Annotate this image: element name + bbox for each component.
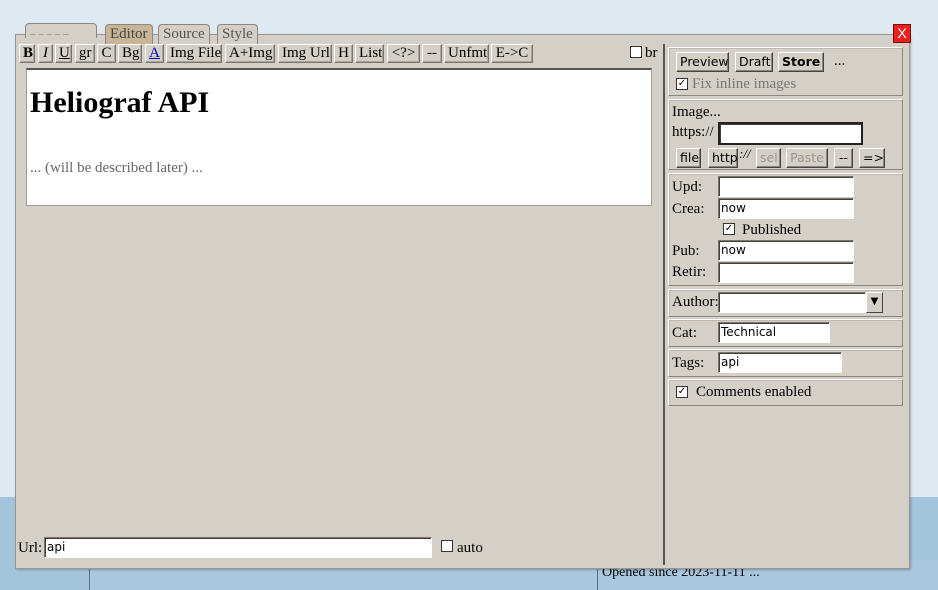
comments-checkbox[interactable]: ✓ [676,386,688,398]
author-label: Author: [672,294,719,310]
more-label: ... [834,53,846,69]
code-button[interactable]: <?> [387,44,420,63]
link-button[interactable]: A [145,44,164,63]
fix-inline-checkbox[interactable]: ✓ [676,78,688,90]
image-url-input[interactable] [718,122,863,145]
tags-label: Tags: [672,355,705,371]
retir-label: Retir: [672,264,707,280]
published-label: Published [742,222,802,238]
sel-button[interactable]: sel [756,148,781,168]
crea-label: Crea: [672,201,705,217]
image-label: Image... [672,104,721,120]
br-label: br [645,45,658,61]
cat-label: Cat: [672,325,697,341]
author-select[interactable] [718,292,866,313]
tab-source[interactable]: Source [158,24,210,44]
tab-style[interactable]: Style [217,24,258,44]
italic-button[interactable]: I [38,44,53,63]
comments-label: Comments enabled [696,384,812,400]
clear-image-button[interactable]: -- [834,148,853,168]
pub-label: Pub: [672,243,700,259]
bold-button[interactable]: B [19,44,35,63]
list-button[interactable]: List [355,44,384,63]
url-label: Url: [18,540,43,556]
c-button[interactable]: C [97,44,116,63]
br-checkbox[interactable] [630,46,642,58]
editor-title: Heliograf API [30,86,210,119]
file-button[interactable]: file [676,148,701,168]
img-url-button[interactable]: Img Url [278,44,332,63]
e-to-c-button[interactable]: E->C [491,44,533,63]
scheme-separator: :// [739,146,751,161]
preview-button[interactable]: Preview [676,52,729,72]
dash-button[interactable]: -- [422,44,442,63]
http-button[interactable]: http [708,148,738,168]
bg-button[interactable]: Bg [118,44,142,63]
a-img-button[interactable]: A+Img [225,44,275,63]
url-input[interactable]: api [44,537,432,558]
editor-content-area[interactable]: Heliograf API ... (will be described lat… [26,68,652,206]
auto-label: auto [457,540,483,556]
insert-image-button[interactable]: => [859,148,885,168]
published-checkbox[interactable]: ✓ [723,223,735,235]
img-file-button[interactable]: Img File [166,44,222,63]
retir-input[interactable] [718,262,854,283]
tags-input[interactable]: api [718,352,842,373]
paste-button[interactable]: Paste [786,148,828,168]
category-input[interactable]: Technical [718,322,830,343]
chevron-down-icon[interactable]: ▼ [866,292,883,313]
sidebar-divider [663,44,665,565]
upd-label: Upd: [672,179,702,195]
auto-checkbox[interactable] [441,540,453,552]
tab-blank[interactable]: _ _ _ _ _ [25,23,97,38]
https-label: https:// [672,124,714,140]
gr-button[interactable]: gr [75,44,95,63]
fix-inline-label: Fix inline images [692,76,797,92]
crea-input[interactable]: now [718,198,854,219]
draft-button[interactable]: Draft [735,52,773,72]
pub-input[interactable]: now [718,240,854,261]
heading-button[interactable]: H [334,44,353,63]
underline-button[interactable]: U [55,44,72,63]
upd-input[interactable] [718,176,854,197]
editor-description: ... (will be described later) ... [30,160,203,176]
store-button[interactable]: Store [778,52,824,72]
tab-editor[interactable]: Editor [105,24,153,44]
close-button[interactable]: X [893,24,911,43]
unformat-button[interactable]: Unfmt [444,44,489,63]
